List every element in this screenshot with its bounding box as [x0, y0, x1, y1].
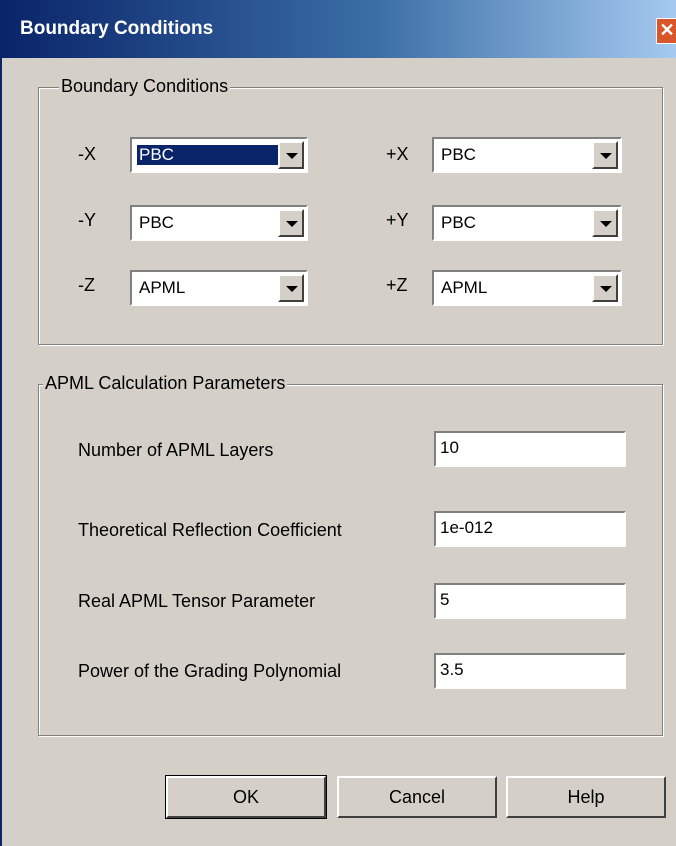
ok-button[interactable]: OK — [165, 775, 327, 819]
title-bar[interactable]: Boundary Conditions ✕ — [2, 0, 676, 58]
chevron-down-icon[interactable] — [278, 274, 304, 302]
apml-layers-input[interactable] — [440, 438, 620, 458]
minus-y-label: -Y — [78, 210, 96, 230]
chevron-down-icon[interactable] — [278, 141, 304, 169]
reflection-coefficient-label: Theoretical Reflection Coefficient — [78, 520, 342, 540]
apml-layers-field[interactable] — [434, 431, 626, 467]
apml-layers-label: Number of APML Layers — [78, 440, 274, 460]
plus-z-label: +Z — [386, 275, 408, 295]
grading-polynomial-label: Power of the Grading Polynomial — [78, 661, 342, 681]
minus-x-label: -X — [78, 144, 96, 164]
group-title: Boundary Conditions — [59, 76, 231, 97]
minus-z-select[interactable]: APML — [130, 270, 308, 306]
cancel-button[interactable]: Cancel — [337, 776, 497, 818]
group-title: APML Calculation Parameters — [43, 373, 288, 394]
window-title: Boundary Conditions — [20, 18, 214, 39]
dialog-window: Boundary Conditions ✕ Boundary Condition… — [0, 0, 676, 846]
select-value: APML — [139, 278, 186, 297]
help-button[interactable]: Help — [506, 776, 666, 818]
tensor-parameter-input[interactable] — [440, 590, 620, 610]
minus-z-label: -Z — [78, 275, 95, 295]
plus-x-select[interactable]: PBC — [432, 137, 622, 173]
plus-z-select[interactable]: APML — [432, 270, 622, 306]
chevron-down-icon[interactable] — [592, 141, 618, 169]
plus-y-select[interactable]: PBC — [432, 205, 622, 241]
grading-polynomial-input[interactable] — [440, 660, 620, 680]
reflection-coefficient-input[interactable] — [440, 518, 620, 538]
reflection-coefficient-field[interactable] — [434, 511, 626, 547]
chevron-down-icon[interactable] — [592, 274, 618, 302]
chevron-down-icon[interactable] — [592, 209, 618, 237]
select-value: PBC — [139, 213, 174, 232]
tensor-parameter-label: Real APML Tensor Parameter — [78, 591, 316, 611]
plus-x-label: +X — [386, 144, 409, 164]
minus-x-select[interactable]: PBC — [130, 137, 308, 173]
close-icon[interactable]: ✕ — [656, 18, 676, 44]
select-value: PBC — [441, 145, 476, 164]
tensor-parameter-field[interactable] — [434, 583, 626, 619]
minus-y-select[interactable]: PBC — [130, 205, 308, 241]
grading-polynomial-field[interactable] — [434, 653, 626, 689]
select-value: PBC — [137, 145, 286, 165]
chevron-down-icon[interactable] — [278, 209, 304, 237]
select-value: APML — [441, 278, 488, 297]
plus-y-label: +Y — [386, 210, 409, 230]
select-value: PBC — [441, 213, 476, 232]
